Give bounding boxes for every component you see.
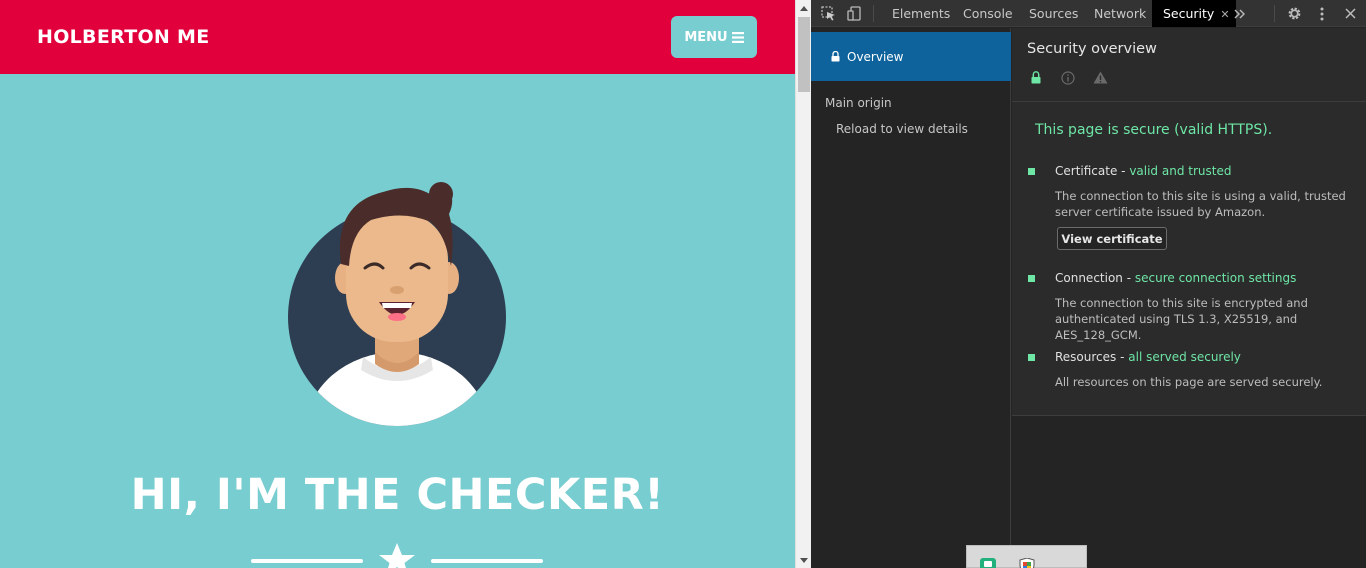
site-navbar: HOLBERTON ME MENU <box>0 0 795 74</box>
reload-to-view-details[interactable]: Reload to view details <box>836 122 968 136</box>
connection-title: Connection - secure connection settings <box>1055 271 1297 285</box>
toolbar-separator <box>1274 5 1275 22</box>
sidebar-item-overview[interactable]: Overview <box>811 32 1011 81</box>
status-bullet <box>1028 275 1035 282</box>
connection-status: secure connection settings <box>1134 271 1297 285</box>
checker-avatar <box>288 182 506 426</box>
status-bullet <box>1028 168 1035 175</box>
menu-button-label: MENU <box>684 29 728 45</box>
security-overview-title: Security overview <box>1027 41 1157 57</box>
info-icon[interactable] <box>1061 71 1075 85</box>
toolbar-separator <box>873 5 874 22</box>
system-tray-popup <box>966 545 1087 568</box>
connection-description: The connection to this site is encrypted… <box>1055 296 1308 342</box>
app-tray-icon[interactable] <box>980 558 996 568</box>
connection-name: Connection <box>1055 271 1123 285</box>
tab-security-label: Security <box>1163 6 1215 21</box>
tab-elements[interactable]: Elements <box>881 0 961 27</box>
star-icon <box>379 543 415 568</box>
resources-description: All resources on this page are served se… <box>1055 375 1323 389</box>
certificate-title: Certificate - valid and trusted <box>1055 164 1232 178</box>
webpage-viewport: HOLBERTON ME MENU HI, I'M THE CHECKER! <box>0 0 795 568</box>
menu-button[interactable]: MENU <box>671 16 757 58</box>
settings-gear-icon[interactable] <box>1281 0 1307 27</box>
certificate-name: Certificate <box>1055 164 1118 178</box>
secure-lock-icon[interactable] <box>1031 71 1041 84</box>
tab-security[interactable]: Security ✕ <box>1152 0 1236 27</box>
divider-line-right <box>431 559 543 563</box>
tab-console[interactable]: Console <box>952 0 1024 27</box>
shield-icon[interactable] <box>1019 558 1035 568</box>
main-origin-heading: Main origin <box>825 96 892 110</box>
certificate-status: valid and trusted <box>1129 164 1232 178</box>
secure-summary: This page is secure (valid HTTPS). <box>1035 122 1273 138</box>
devtools-panel: Elements Console Sources Network Securit… <box>811 0 1366 568</box>
resources-title: Resources - all served securely <box>1055 350 1241 364</box>
certificate-description: The connection to this site is using a v… <box>1055 189 1346 219</box>
site-brand[interactable]: HOLBERTON ME <box>37 26 210 48</box>
view-certificate-button[interactable]: View certificate <box>1057 227 1167 250</box>
warning-icon[interactable] <box>1093 71 1108 84</box>
hero-heading: HI, I'M THE CHECKER! <box>130 470 665 520</box>
scroll-up-arrow-icon[interactable] <box>796 0 812 16</box>
page-scrollbar[interactable] <box>795 0 811 568</box>
status-bullet <box>1028 354 1035 361</box>
security-overview-header: Security overview <box>1012 28 1366 102</box>
hamburger-icon <box>731 31 744 43</box>
lock-icon <box>831 51 840 62</box>
sidebar-item-label: Overview <box>847 49 904 64</box>
security-overview-panel: Security overview This page is secure (v… <box>1012 28 1366 568</box>
devtools-toolbar: Elements Console Sources Network Securit… <box>811 0 1366 27</box>
close-icon[interactable] <box>1337 0 1363 27</box>
kebab-menu-icon[interactable] <box>1309 0 1335 27</box>
scroll-down-arrow-icon[interactable] <box>796 552 812 568</box>
security-overview-content: This page is secure (valid HTTPS). Certi… <box>1012 102 1366 416</box>
security-sidebar: Overview Main origin Reload to view deta… <box>811 28 1011 568</box>
resources-status: all served securely <box>1128 350 1241 364</box>
tab-sources[interactable]: Sources <box>1018 0 1089 27</box>
more-tabs-icon[interactable] <box>1227 0 1253 27</box>
divider-line-left <box>251 559 363 563</box>
device-toolbar-icon[interactable] <box>841 0 867 27</box>
resources-name: Resources <box>1055 350 1117 364</box>
tab-network[interactable]: Network <box>1083 0 1157 27</box>
inspect-element-icon[interactable] <box>815 0 841 27</box>
scrollbar-thumb[interactable] <box>798 17 810 92</box>
